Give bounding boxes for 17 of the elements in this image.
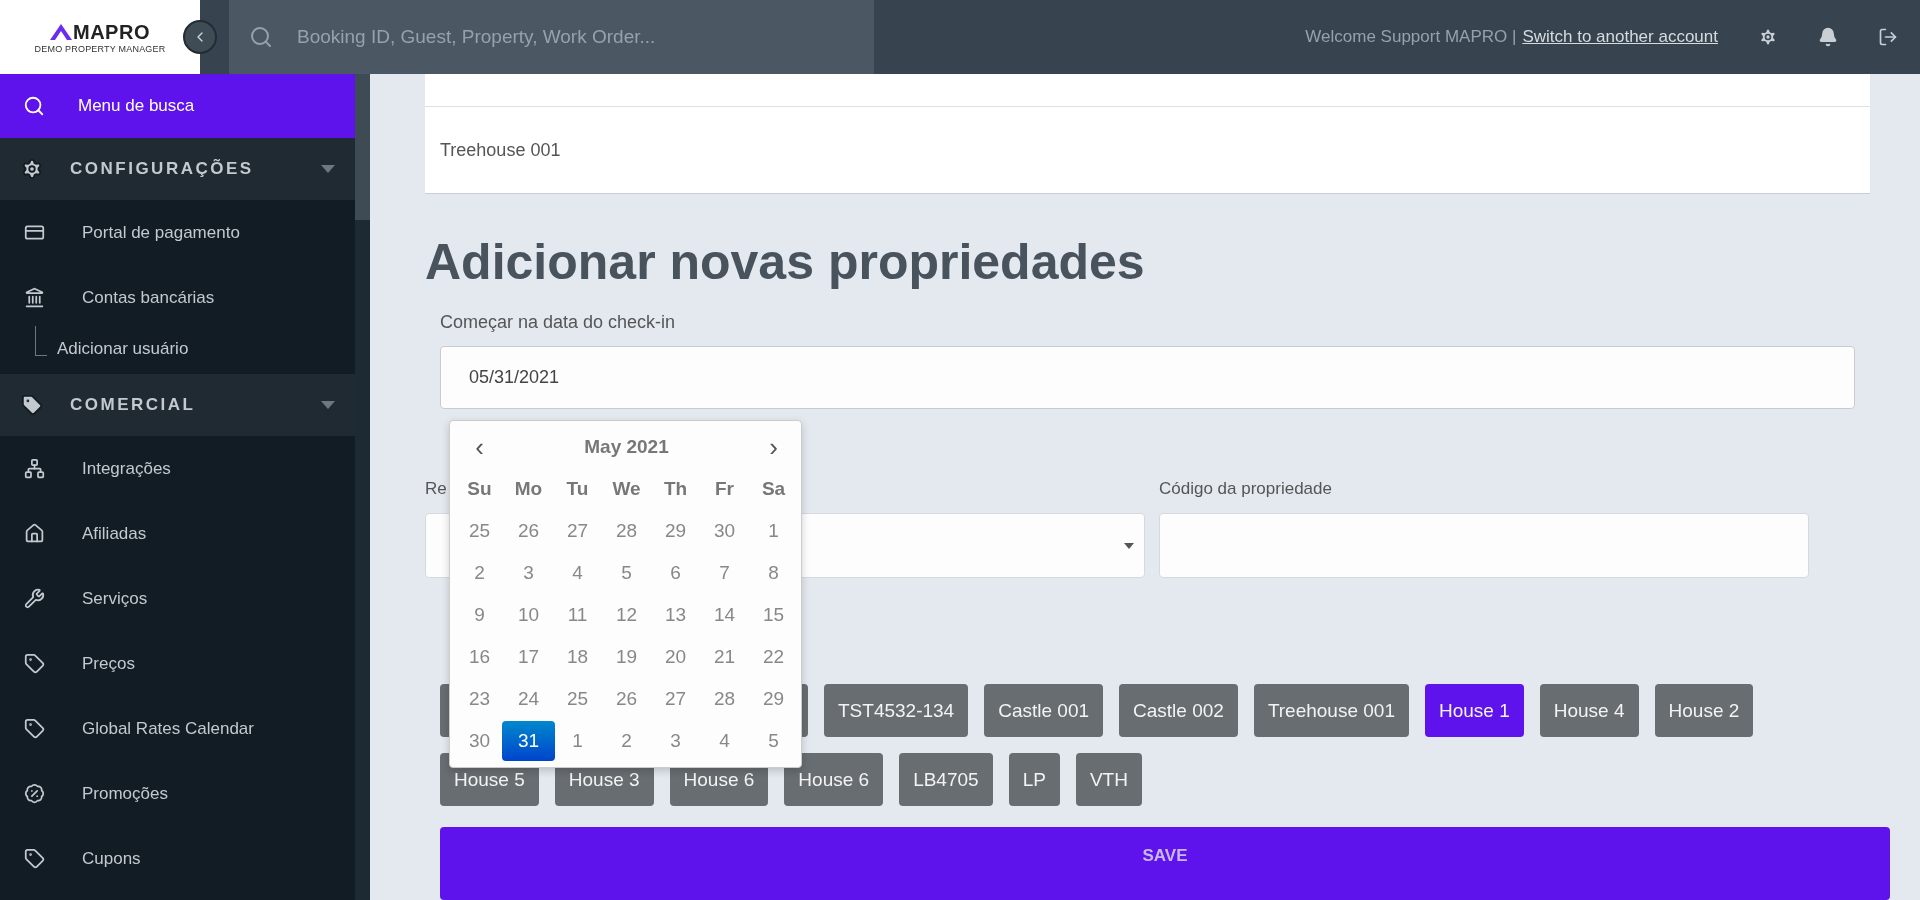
- field-label: Re: [425, 479, 447, 500]
- page-title: Adicionar novas propriedades: [425, 233, 1146, 292]
- logo-name: MAPRO: [73, 20, 150, 44]
- field-label: Código da propriedade: [1159, 479, 1332, 500]
- section-title: COMERCIAL: [70, 395, 196, 415]
- welcome-text: Welcome Support MAPRO |: [1305, 27, 1517, 47]
- weekday-label: Th: [663, 478, 688, 500]
- weekday-label: Mo: [514, 478, 543, 500]
- weekday-label: We: [612, 478, 641, 500]
- month-title: May 2021: [584, 436, 669, 458]
- field-label: Começar na data do check-in: [440, 312, 676, 333]
- section-title: CONFIGURAÇÕES: [70, 159, 254, 179]
- weekday-label: Fr: [715, 478, 734, 500]
- weekday-label: Tu: [566, 478, 589, 500]
- weekday-label: Sa: [761, 478, 786, 500]
- logo-tagline: DEMO PROPERTY MANAGER: [34, 43, 166, 54]
- weekday-label: Su: [467, 478, 492, 500]
